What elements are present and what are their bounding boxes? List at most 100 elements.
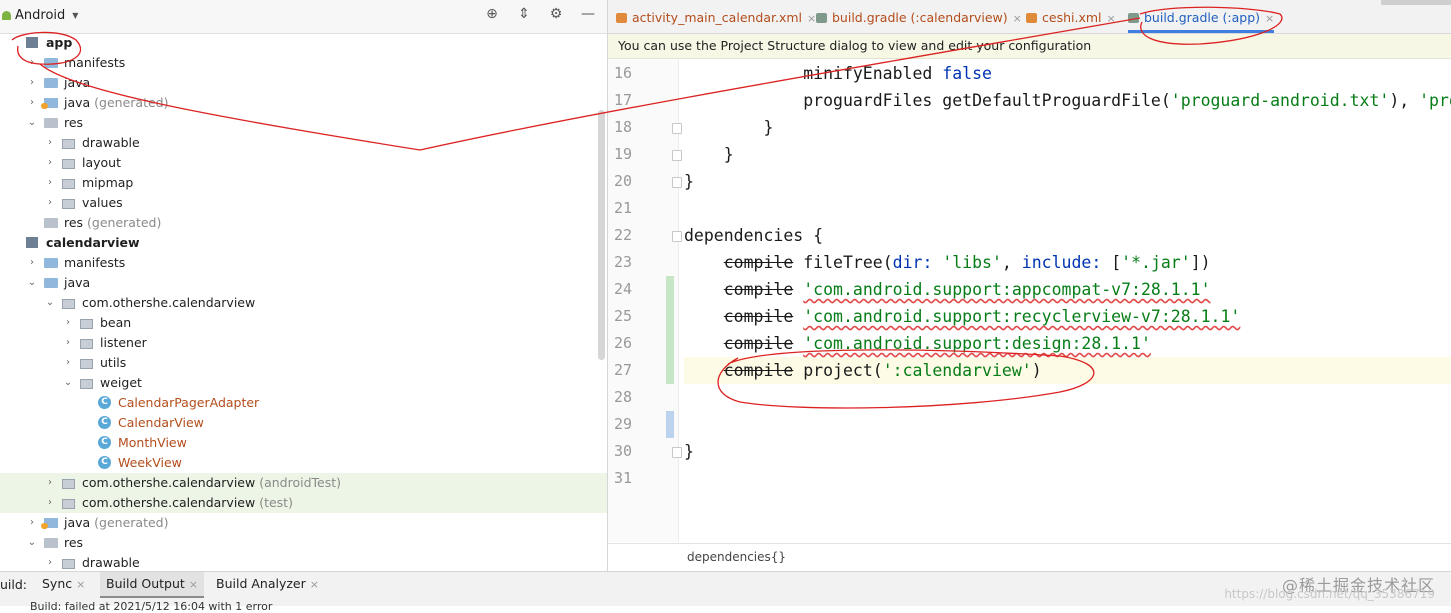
chevron-right-icon[interactable]: › xyxy=(27,93,37,113)
line-number: 19 xyxy=(613,145,632,163)
tree-item[interactable]: › utils xyxy=(0,353,607,373)
code-line: } xyxy=(684,438,694,465)
tree-item[interactable]: › manifests xyxy=(0,53,607,73)
chevron-right-icon[interactable]: › xyxy=(45,193,55,213)
project-scrollbar[interactable] xyxy=(598,110,605,360)
tree-item[interactable]: › java (generated) xyxy=(0,513,607,533)
folder-icon xyxy=(44,218,58,228)
fold-marker-icon[interactable] xyxy=(672,123,682,134)
line-number: 22 xyxy=(613,226,632,244)
tree-item[interactable]: C MonthView xyxy=(0,433,607,453)
tree-item[interactable]: › com.othershe.calendarview (androidTest) xyxy=(0,473,607,493)
code-token: compile xyxy=(723,334,794,353)
package-icon xyxy=(80,339,93,349)
build-tab-label: Build Output xyxy=(106,576,185,591)
tree-item[interactable]: › com.othershe.calendarview (test) xyxy=(0,493,607,513)
chevron-right-icon[interactable]: › xyxy=(45,473,55,493)
chevron-right-icon[interactable]: › xyxy=(45,153,55,173)
fold-marker-icon[interactable] xyxy=(672,447,682,458)
chevron-right-icon[interactable]: › xyxy=(63,333,73,353)
tree-item[interactable]: › manifests xyxy=(0,253,607,273)
close-icon[interactable]: × xyxy=(310,578,319,591)
editor-tab[interactable]: build.gradle (:calendarview) × xyxy=(816,0,1022,33)
line-number: 21 xyxy=(613,199,632,217)
xml-file-icon xyxy=(616,13,627,23)
tree-item[interactable]: app xyxy=(0,33,607,53)
tree-item[interactable]: › java xyxy=(0,73,607,93)
editor-tab[interactable]: activity_main_calendar.xml × xyxy=(616,0,816,33)
chevron-right-icon[interactable]: › xyxy=(27,53,37,73)
editor-tab[interactable]: ceshi.xml × xyxy=(1026,0,1116,33)
close-icon[interactable]: × xyxy=(189,578,198,591)
code-token: false xyxy=(942,64,992,83)
close-icon[interactable]: × xyxy=(807,12,816,25)
class-icon: C xyxy=(98,416,111,429)
editor-tab[interactable]: build.gradle (:app) × xyxy=(1128,0,1275,33)
fold-marker-icon[interactable] xyxy=(672,177,682,188)
tree-item[interactable]: › mipmap xyxy=(0,173,607,193)
close-icon[interactable]: × xyxy=(1265,12,1274,25)
tree-item[interactable]: ⌄ weiget xyxy=(0,373,607,393)
chevron-down-icon[interactable]: ⌄ xyxy=(45,293,55,313)
chevron-right-icon[interactable]: › xyxy=(63,313,73,333)
tree-item[interactable]: ⌄ res xyxy=(0,113,607,133)
tree-item[interactable]: › java (generated) xyxy=(0,93,607,113)
tree-item[interactable]: › bean xyxy=(0,313,607,333)
tree-item[interactable]: › drawable xyxy=(0,553,607,571)
close-icon[interactable]: × xyxy=(1013,12,1022,25)
chevron-right-icon[interactable]: › xyxy=(45,493,55,513)
collapse-all-icon[interactable]: ⇕ xyxy=(515,6,533,22)
tree-item[interactable]: C CalendarView xyxy=(0,413,607,433)
tree-item[interactable]: C CalendarPagerAdapter xyxy=(0,393,607,413)
code-token: 'proguard-android.txt' xyxy=(1170,91,1390,110)
tree-item[interactable]: ⌄ com.othershe.calendarview xyxy=(0,293,607,313)
tree-item[interactable]: › listener xyxy=(0,333,607,353)
project-view-dropdown[interactable]: Android ▼ xyxy=(0,8,78,23)
line-number: 20 xyxy=(613,172,632,190)
code-token: proguardFiles getDefaultProguardFile( xyxy=(684,91,1171,110)
build-tab[interactable]: Build Analyzer × xyxy=(210,572,325,596)
hide-icon[interactable]: — xyxy=(579,6,597,22)
tree-item[interactable]: ⌄ res xyxy=(0,533,607,553)
tree-item[interactable]: › drawable xyxy=(0,133,607,153)
tree-item[interactable]: res (generated) xyxy=(0,213,607,233)
project-pane-toolbar: ⊕ ⇕ ⚙ — xyxy=(483,6,597,22)
chevron-right-icon[interactable]: › xyxy=(45,133,55,153)
tree-item-label: weiget xyxy=(100,375,142,390)
chevron-down-icon[interactable]: ⌄ xyxy=(27,273,37,293)
vcs-change-marker[interactable] xyxy=(666,411,674,438)
vcs-change-marker[interactable] xyxy=(666,276,674,384)
tree-item[interactable]: calendarview xyxy=(0,233,607,253)
gear-icon[interactable]: ⚙ xyxy=(547,6,565,22)
code-editor[interactable]: minifyEnabled false proguardFiles getDef… xyxy=(684,60,1451,542)
code-token: compile xyxy=(723,280,794,299)
chevron-right-icon[interactable]: › xyxy=(27,73,37,93)
tree-item[interactable]: C WeekView xyxy=(0,453,607,473)
tree-item[interactable]: › values xyxy=(0,193,607,213)
fold-marker-icon[interactable] xyxy=(672,150,682,161)
package-icon xyxy=(62,139,75,149)
chevron-right-icon[interactable]: › xyxy=(45,173,55,193)
package-icon xyxy=(62,179,75,189)
close-icon[interactable]: × xyxy=(1107,12,1116,25)
chevron-right-icon[interactable]: › xyxy=(27,513,37,533)
locate-icon[interactable]: ⊕ xyxy=(483,6,501,22)
chevron-right-icon[interactable]: › xyxy=(27,253,37,273)
fold-marker-icon[interactable] xyxy=(672,231,682,242)
close-icon[interactable]: × xyxy=(76,578,85,591)
breadcrumb-item[interactable]: dependencies{} xyxy=(687,550,786,564)
chevron-right-icon[interactable]: › xyxy=(63,353,73,373)
project-tree: app › manifests › java › java (generated) ⌄ res ›… xyxy=(0,33,607,571)
chevron-down-icon[interactable]: ⌄ xyxy=(63,373,73,393)
editor-breadcrumb[interactable]: dependencies{} xyxy=(608,543,1451,572)
build-tab[interactable]: Build Output × xyxy=(100,572,204,598)
tree-item[interactable]: › layout xyxy=(0,153,607,173)
tree-item[interactable]: ⌄ java xyxy=(0,273,607,293)
build-tab[interactable]: Sync × xyxy=(36,572,91,596)
chevron-down-icon[interactable]: ⌄ xyxy=(27,113,37,133)
chevron-right-icon[interactable]: › xyxy=(45,553,55,571)
chevron-down-icon[interactable]: ⌄ xyxy=(27,533,37,553)
code-token: } xyxy=(684,442,694,461)
